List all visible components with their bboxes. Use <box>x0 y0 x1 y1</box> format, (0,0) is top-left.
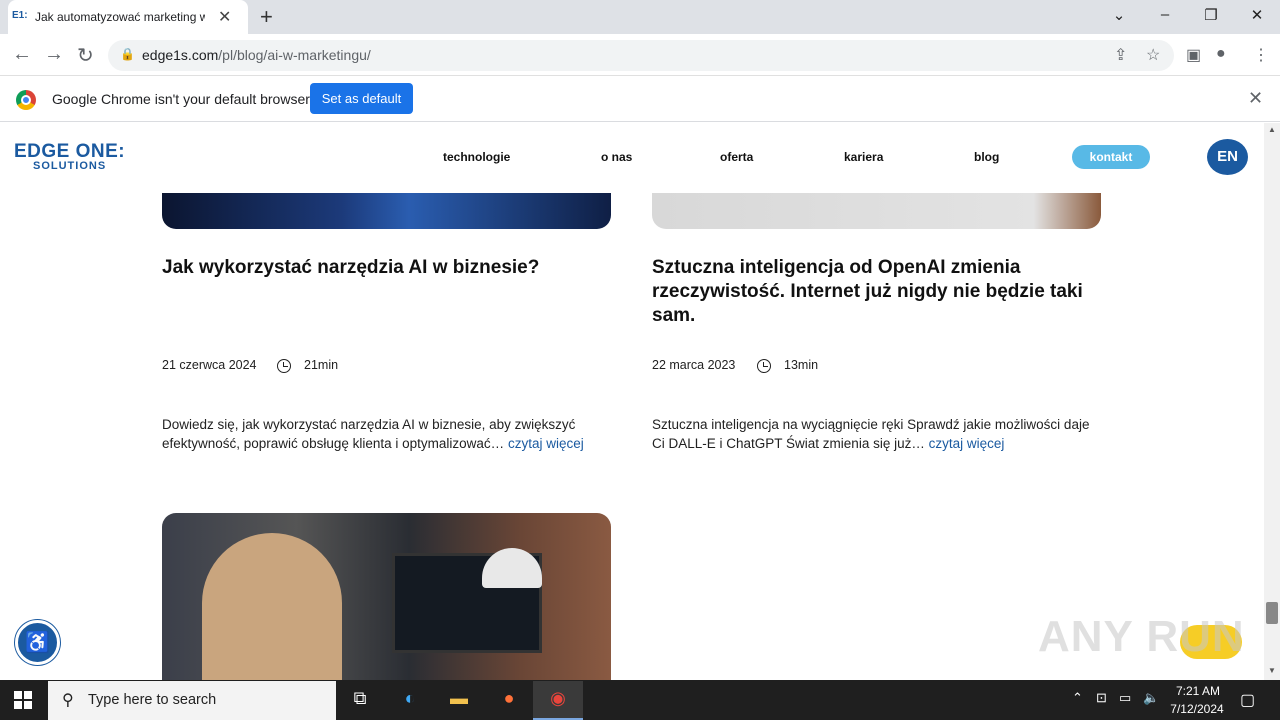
forward-icon[interactable]: → <box>44 43 64 66</box>
taskbar-search-placeholder: Type here to search <box>88 692 217 708</box>
page-scrollbar[interactable] <box>1264 123 1280 680</box>
profile-icon[interactable]: ● <box>1216 45 1226 63</box>
post-date: 22 marca 2023 <box>652 358 736 372</box>
menu-icon[interactable]: ⋮ <box>1253 45 1269 65</box>
scroll-up-icon[interactable]: ▲ <box>1268 125 1276 134</box>
lock-icon[interactable]: 🔒 <box>120 47 135 61</box>
tab-title: Jak automatyzować marketing w <box>35 10 205 24</box>
tab-search-icon[interactable]: ⌄ <box>1109 6 1129 24</box>
excerpt-line: Sztuczna inteligencja na wyciągnięcie rę… <box>652 417 1090 432</box>
scroll-down-icon[interactable]: ▼ <box>1268 666 1276 675</box>
bookmark-star-icon[interactable]: ☆ <box>1146 45 1160 65</box>
tray-device-icon[interactable]: ⊡ <box>1096 690 1107 706</box>
new-tab-icon[interactable]: + <box>260 4 273 30</box>
nav-blog[interactable]: blog <box>974 150 999 164</box>
contact-button[interactable]: kontakt <box>1072 145 1150 169</box>
site-logo-sub[interactable]: SOLUTIONS <box>33 160 106 172</box>
file-explorer-icon[interactable]: ▬ <box>446 688 472 712</box>
tab-close-icon[interactable]: ✕ <box>218 7 231 27</box>
task-view-icon[interactable]: ⧉ <box>347 688 373 712</box>
set-as-default-button[interactable]: Set as default <box>310 83 413 114</box>
scrollbar-thumb[interactable] <box>1266 602 1278 624</box>
post-excerpt: Sztuczna inteligencja na wyciągnięcie rę… <box>652 415 1101 453</box>
post-read-time: 21min <box>304 358 339 372</box>
excerpt-line: Ci DALL-E i ChatGPT Świat zmienia się ju… <box>652 436 925 451</box>
post-image[interactable] <box>652 193 1101 229</box>
volume-icon[interactable]: 🔈 <box>1143 690 1159 706</box>
post-title-line: sam. <box>652 305 696 326</box>
post-image[interactable] <box>162 513 611 680</box>
notification-icon[interactable]: ▢ <box>1240 690 1255 710</box>
post-excerpt: Dowiedz się, jak wykorzystać narzędzia A… <box>162 415 611 453</box>
firefox-icon[interactable]: ● <box>496 688 522 712</box>
post-date: 21 czerwca 2024 <box>162 358 257 372</box>
taskbar-date[interactable]: 7/12/2024 <box>1164 702 1230 716</box>
nav-technologie[interactable]: technologie <box>443 150 510 164</box>
infobar-message: Google Chrome isn't your default browser <box>52 91 310 107</box>
excerpt-line-with-link: Ci DALL-E i ChatGPT Świat zmienia się ju… <box>652 434 1101 453</box>
clock-icon <box>757 359 771 373</box>
excerpt-line: Dowiedz się, jak wykorzystać narzędzia A… <box>162 417 576 432</box>
back-icon[interactable]: ← <box>12 43 32 66</box>
chrome-logo-center <box>21 95 31 105</box>
language-switch[interactable]: EN <box>1207 139 1248 175</box>
search-icon: ⚲ <box>62 692 74 709</box>
infobar-close-icon[interactable]: ✕ <box>1248 88 1263 109</box>
anyrun-watermark: ANY RUN <box>1038 612 1245 661</box>
nav-o-nas[interactable]: o nas <box>601 150 632 164</box>
reload-icon[interactable]: ↻ <box>77 43 94 68</box>
read-more-link[interactable]: czytaj więcej <box>508 436 584 451</box>
url-path: /pl/blog/ai-w-marketingu/ <box>218 47 371 63</box>
excerpt-line-with-link: efektywność, poprawić obsługę klienta i … <box>162 434 611 453</box>
window-close-icon[interactable]: ✕ <box>1247 6 1267 24</box>
excerpt-line: efektywność, poprawić obsługę klienta i … <box>162 436 505 451</box>
clock-icon <box>277 359 291 373</box>
taskbar-time[interactable]: 7:21 AM <box>1170 684 1226 698</box>
post-title[interactable]: Jak wykorzystać narzędzia AI w biznesie? <box>162 256 611 280</box>
post-title[interactable]: Sztuczna inteligencja od OpenAI zmienia … <box>652 256 1101 328</box>
url-text[interactable]: edge1s.com/pl/blog/ai-w-marketingu/ <box>142 47 371 63</box>
windows-start-icon[interactable] <box>14 691 32 709</box>
post-title-line: rzeczywistość. Internet już nigdy nie bę… <box>652 281 1083 302</box>
minimize-icon[interactable]: – <box>1155 6 1175 23</box>
restore-icon[interactable]: ❐ <box>1201 6 1221 24</box>
chrome-taskbar-icon[interactable]: ◉ <box>545 688 571 712</box>
image-person <box>202 533 342 680</box>
post-title-line: Sztuczna inteligencja od OpenAI zmienia <box>652 257 1021 278</box>
post-read-time: 13min <box>784 358 819 372</box>
tab-favicon-icon: E1: <box>12 10 28 21</box>
post-image[interactable] <box>162 193 611 229</box>
share-icon[interactable]: ⇪ <box>1114 45 1127 65</box>
accessibility-icon[interactable]: ♿ <box>15 620 60 665</box>
side-panel-icon[interactable]: ▣ <box>1186 45 1201 65</box>
tray-chevron-icon[interactable]: ⌃ <box>1072 690 1083 706</box>
nav-oferta[interactable]: oferta <box>720 150 753 164</box>
url-host: edge1s.com <box>142 47 219 63</box>
nav-kariera[interactable]: kariera <box>844 150 883 164</box>
read-more-link[interactable]: czytaj więcej <box>929 436 1005 451</box>
edge-icon[interactable]: ◐ <box>397 688 423 712</box>
network-icon[interactable]: ▭ <box>1119 690 1131 706</box>
